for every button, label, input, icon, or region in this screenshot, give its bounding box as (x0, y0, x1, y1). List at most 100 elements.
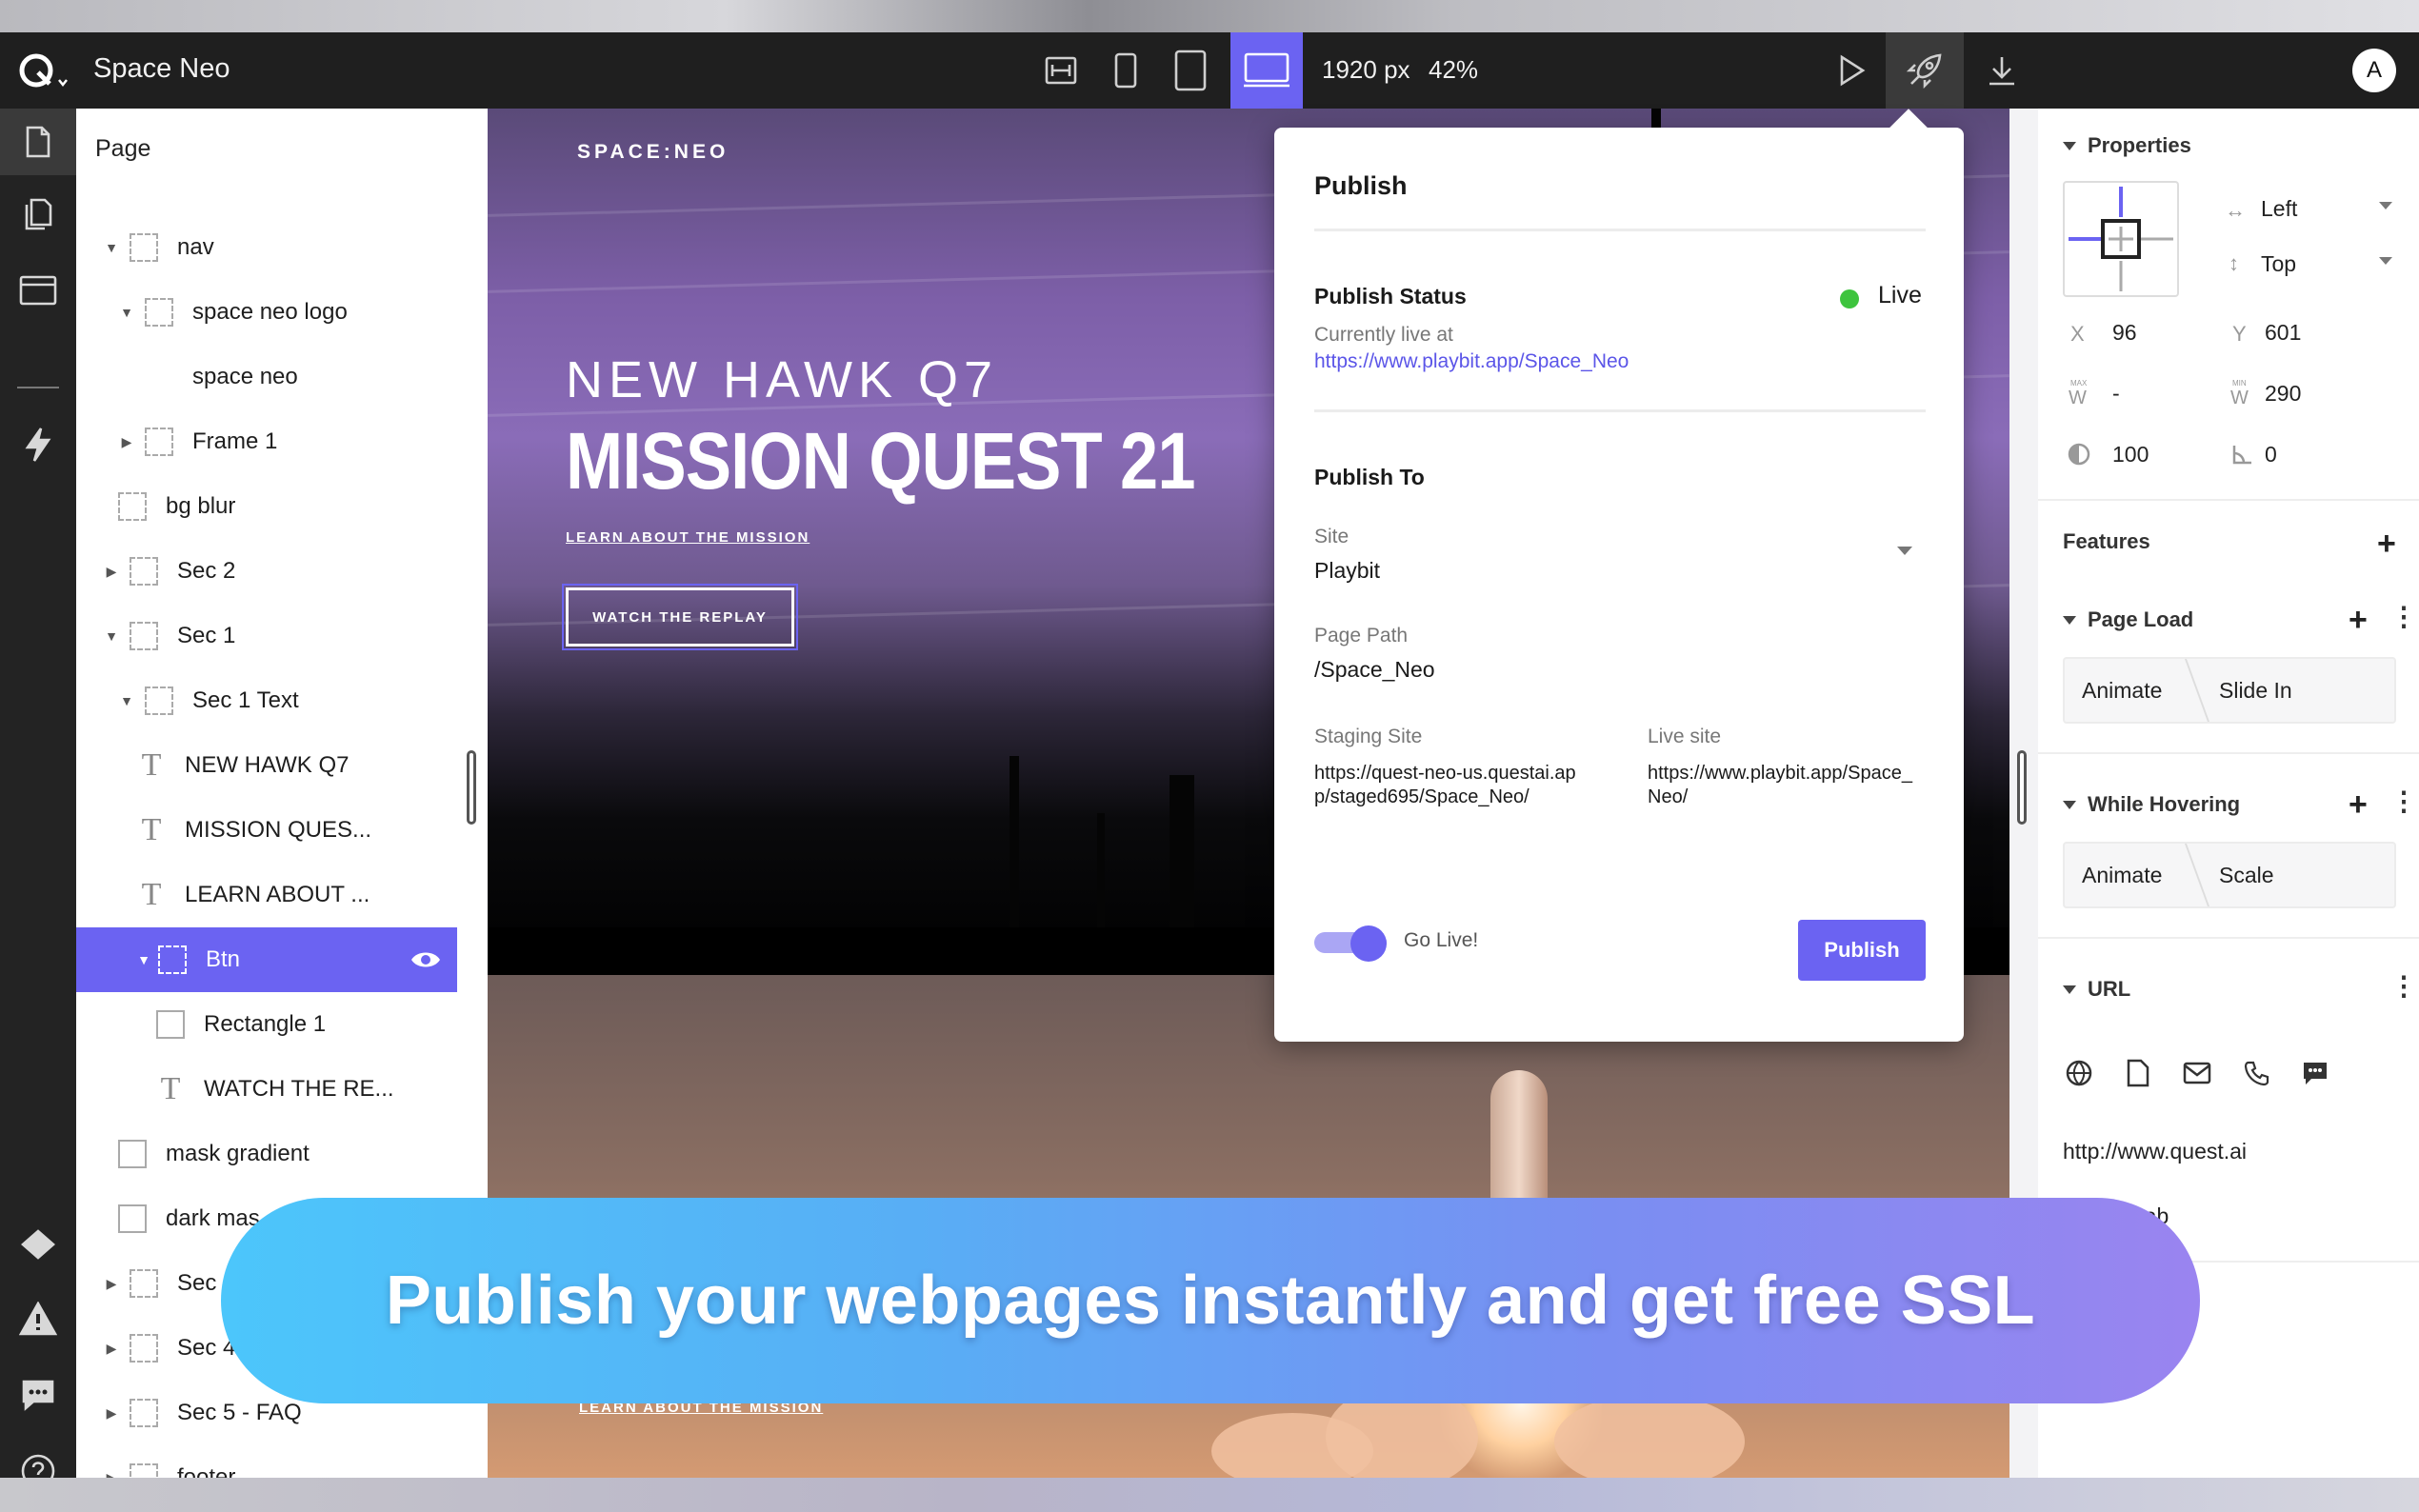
layer-sec-2[interactable]: ▶ Sec 2 (76, 539, 457, 604)
layer-btn[interactable]: ▼ Btn (76, 927, 457, 992)
while-hovering-header[interactable]: While Hovering (2063, 792, 2240, 817)
site-select[interactable]: Playbit (1314, 558, 1380, 584)
live-site-url[interactable]: https://www.playbit.app/Space_Neo/ (1648, 762, 1924, 809)
layer-space-neo[interactable]: space neo (76, 345, 457, 409)
hero-subtitle[interactable]: NEW HAWK Q7 (566, 350, 998, 409)
publish-toggle-button[interactable] (1886, 32, 1964, 109)
svg-text:MAX: MAX (2070, 379, 2088, 388)
dropdown-caret-icon[interactable] (2379, 257, 2392, 265)
desktop-view-button[interactable] (1230, 32, 1303, 109)
preview-button[interactable] (1829, 32, 1876, 109)
rail-interactions-button[interactable] (0, 411, 76, 478)
rail-page-button[interactable] (0, 109, 76, 175)
globe-icon[interactable] (2063, 1057, 2095, 1089)
y-input[interactable]: 601 (2265, 320, 2301, 346)
rail-chat-button[interactable] (0, 1362, 76, 1428)
hover-more-icon[interactable]: ⋮ (2390, 788, 2417, 815)
layer-rectangle-1[interactable]: Rectangle 1 (76, 992, 457, 1057)
frame-icon (130, 233, 158, 262)
currently-live-link[interactable]: https://www.playbit.app/Space_Neo (1314, 350, 1629, 373)
rail-help-button[interactable] (0, 1438, 76, 1478)
expand-caret-icon[interactable]: ▼ (135, 952, 152, 967)
min-width-input[interactable]: 290 (2265, 381, 2301, 407)
rail-deploy-button[interactable] (0, 1213, 76, 1280)
page-load-more-icon[interactable]: ⋮ (2390, 604, 2417, 630)
site-select-caret-icon[interactable] (1897, 547, 1912, 555)
visibility-eye-icon[interactable] (410, 948, 442, 971)
url-input[interactable]: http://www.quest.ai (2063, 1139, 2247, 1164)
layer-frame-1[interactable]: ▶ Frame 1 (76, 409, 457, 474)
toggle-knob (1350, 925, 1387, 962)
properties-header[interactable]: Properties (2063, 133, 2191, 158)
hover-animation-row[interactable]: Animate Scale (2063, 842, 2396, 908)
alignment-widget[interactable] (2063, 181, 2179, 297)
page-path-input[interactable]: /Space_Neo (1314, 657, 1435, 683)
horizontal-align-select[interactable]: Left (2261, 196, 2297, 222)
page-load-header[interactable]: Page Load (2063, 607, 2193, 632)
add-page-load-icon[interactable]: + (2349, 604, 2368, 636)
rail-warnings-button[interactable] (0, 1285, 76, 1352)
rail-components-button[interactable] (0, 257, 76, 324)
live-status-dot (1840, 289, 1859, 308)
opacity-input[interactable]: 100 (2112, 442, 2149, 468)
collapse-caret-icon[interactable]: ▶ (103, 1276, 120, 1292)
layer-space-neo-logo[interactable]: ▼ space neo logo (76, 280, 457, 345)
x-input[interactable]: 96 (2112, 320, 2137, 346)
collapse-caret-icon[interactable]: ▶ (103, 564, 120, 580)
phone-call-icon[interactable] (2240, 1057, 2272, 1089)
layer-mission-quest[interactable]: T MISSION QUES... (76, 798, 457, 863)
layer-label: Rectangle 1 (204, 1011, 327, 1037)
rotation-input[interactable]: 0 (2265, 442, 2277, 468)
project-title[interactable]: Space Neo (93, 53, 230, 85)
hero-title[interactable]: MISSION QUEST 21 (566, 415, 1196, 507)
collapse-caret-icon[interactable]: ▶ (103, 1341, 120, 1357)
expand-caret-icon[interactable]: ▼ (103, 628, 120, 644)
layers-page-heading[interactable]: Page (95, 135, 150, 163)
expand-caret-icon[interactable]: ▼ (118, 693, 135, 708)
rail-pages-button[interactable] (0, 181, 76, 248)
canvas-scrollbar-thumb[interactable] (2017, 750, 2027, 825)
vertical-align-select[interactable]: Top (2261, 251, 2296, 277)
add-hover-icon[interactable]: + (2349, 788, 2368, 821)
site-brand-logo[interactable]: SPACE:NEO (577, 141, 729, 164)
collapse-caret-icon[interactable]: ▶ (118, 434, 135, 450)
collapse-caret-icon[interactable]: ▶ (103, 1405, 120, 1422)
expand-caret-icon[interactable]: ▼ (118, 305, 135, 320)
layer-sec-1-text[interactable]: ▼ Sec 1 Text (76, 668, 457, 733)
hero-watch-button[interactable]: WATCH THE REPLAY (562, 584, 798, 650)
sms-icon[interactable] (2299, 1057, 2331, 1089)
desktop-icon (1244, 52, 1289, 88)
collapse-caret-icon[interactable]: ▶ (103, 1470, 120, 1479)
layer-footer[interactable]: ▶ footer (76, 1445, 457, 1478)
layer-nav[interactable]: ▼ nav (76, 215, 457, 280)
layer-sec-1[interactable]: ▼ Sec 1 (76, 604, 457, 668)
layer-watch-the-replay[interactable]: T WATCH THE RE... (76, 1057, 457, 1122)
go-live-toggle[interactable] (1314, 925, 1387, 962)
layer-mask-gradient[interactable]: mask gradient (76, 1122, 457, 1186)
publish-button[interactable]: Publish (1798, 920, 1926, 981)
url-header[interactable]: URL (2063, 977, 2130, 1002)
viewport-width-readout[interactable]: 1920 px (1322, 55, 1410, 85)
fit-width-button[interactable] (1038, 32, 1084, 109)
add-feature-icon[interactable]: + (2377, 527, 2396, 560)
app-logo-icon[interactable] (17, 50, 70, 91)
layers-scrollbar-thumb[interactable] (467, 750, 476, 825)
layer-new-hawk-q7[interactable]: T NEW HAWK Q7 (76, 733, 457, 798)
page-link-icon[interactable] (2122, 1057, 2154, 1089)
page-load-animation-row[interactable]: Animate Slide In (2063, 657, 2396, 724)
staging-site-url[interactable]: https://quest-neo-us.questai.app/staged6… (1314, 762, 1590, 809)
layer-learn-about[interactable]: T LEARN ABOUT ... (76, 863, 457, 927)
layer-bg-blur[interactable]: bg blur (76, 474, 457, 539)
expand-caret-icon[interactable]: ▼ (103, 240, 120, 255)
zoom-level[interactable]: 42% (1429, 55, 1478, 85)
export-button[interactable] (1979, 32, 2025, 109)
url-more-icon[interactable]: ⋮ (2390, 973, 2417, 1000)
dropdown-caret-icon[interactable] (2379, 202, 2392, 209)
window-frame-top (0, 0, 2419, 32)
max-width-input[interactable]: - (2112, 381, 2120, 407)
hero-learn-link[interactable]: LEARN ABOUT THE MISSION (566, 529, 810, 546)
tablet-view-button[interactable] (1168, 32, 1213, 109)
mobile-view-button[interactable] (1105, 32, 1147, 109)
user-avatar[interactable]: A (2352, 49, 2396, 92)
email-icon[interactable] (2181, 1057, 2213, 1089)
